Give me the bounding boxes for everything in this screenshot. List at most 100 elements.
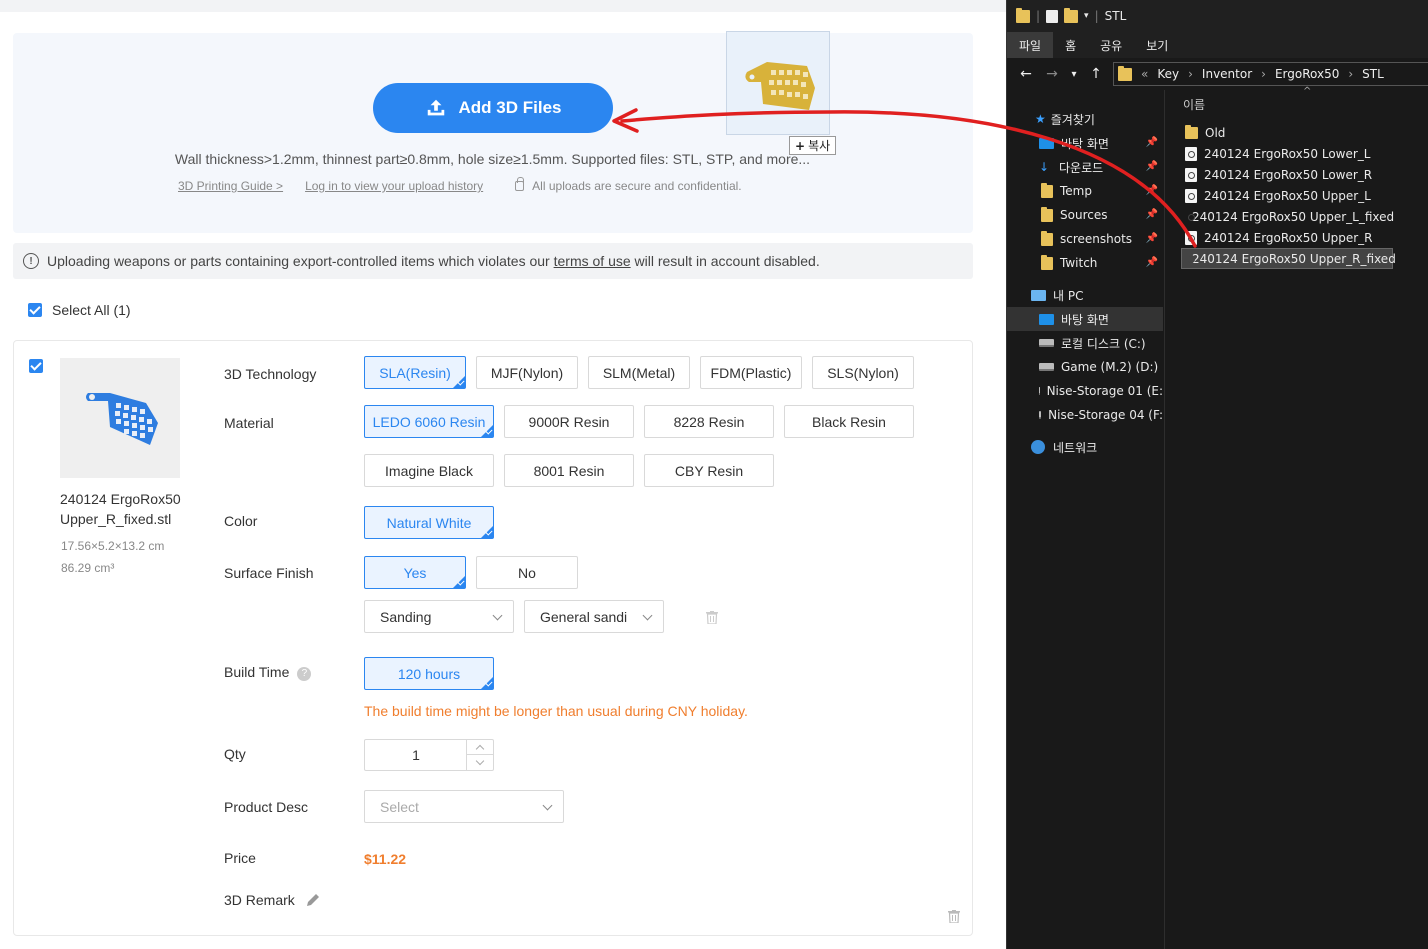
drive-icon: [1039, 363, 1054, 371]
nav-label: Twitch: [1060, 256, 1098, 270]
build-time-option[interactable]: 120 hours: [364, 657, 494, 690]
material-option-9000r[interactable]: 9000R Resin: [504, 405, 634, 438]
file-item-folder-old[interactable]: Old: [1181, 122, 1393, 143]
column-header-name[interactable]: 이름: [1183, 96, 1205, 113]
finish-subtype-select[interactable]: General sandi: [524, 600, 664, 633]
file-item[interactable]: 240124 ErgoRox50 Upper_R: [1181, 227, 1393, 248]
nav-screenshots[interactable]: screenshots 📌: [1007, 227, 1163, 251]
delete-item-icon[interactable]: [948, 910, 960, 923]
forward-arrow-icon[interactable]: →: [1041, 66, 1063, 82]
drive-icon: [1039, 387, 1040, 395]
drive-icon: [1039, 339, 1054, 347]
material-label: Material: [224, 415, 274, 431]
upload-history-link[interactable]: Log in to view your upload history: [305, 179, 483, 193]
nav-nise-storage-04[interactable]: Nise-Storage 04 (F:: [1007, 403, 1163, 427]
nav-nise-storage-01[interactable]: Nise-Storage 01 (E:: [1007, 379, 1163, 403]
qty-increase-button[interactable]: [467, 740, 493, 755]
nav-game-drive[interactable]: Game (M.2) (D:): [1007, 355, 1163, 379]
file-item[interactable]: 240124 ErgoRox50 Lower_L: [1181, 143, 1393, 164]
nav-local-disk[interactable]: 로컬 디스크 (C:): [1007, 331, 1163, 355]
recent-locations-chevron-icon[interactable]: ▾: [1063, 69, 1085, 80]
nav-network[interactable]: 네트워크: [1007, 435, 1163, 459]
qty-value[interactable]: 1: [365, 740, 467, 770]
ribbon-tab-home[interactable]: 홈: [1053, 32, 1088, 58]
finish-option-yes[interactable]: Yes: [364, 556, 466, 589]
nav-this-pc[interactable]: 내 PC: [1007, 283, 1163, 307]
nav-quick-access[interactable]: ★ 즐겨찾기: [1007, 107, 1163, 131]
material-option-cby[interactable]: CBY Resin: [644, 454, 774, 487]
address-bar[interactable]: « Key › Inventor › ErgoRox50 › STL: [1113, 62, 1428, 86]
explorer-title-bar: | ▾ | STL: [1007, 0, 1428, 32]
tech-option-sls[interactable]: SLS(Nylon): [812, 356, 914, 389]
printing-guide-link[interactable]: 3D Printing Guide >: [178, 179, 283, 193]
breadcrumb-key[interactable]: Key: [1157, 67, 1179, 81]
product-desc-placeholder: Select: [380, 798, 419, 815]
item-checkbox[interactable]: [29, 359, 43, 373]
add-3d-files-button[interactable]: Add 3D Files: [373, 83, 613, 133]
nav-twitch[interactable]: Twitch 📌: [1007, 251, 1163, 275]
delete-finish-icon[interactable]: [706, 611, 718, 624]
nav-pc-desktop[interactable]: 바탕 화면: [1007, 307, 1163, 331]
ribbon-tab-view[interactable]: 보기: [1134, 32, 1180, 58]
nav-downloads[interactable]: ↓ 다운로드 📌: [1007, 155, 1163, 179]
chevron-right-icon: ›: [1348, 67, 1354, 81]
nav-label: Nise-Storage 04 (F:: [1048, 408, 1163, 422]
ribbon-tab-file[interactable]: 파일: [1007, 32, 1054, 58]
folder-icon: [1041, 182, 1053, 198]
material-option-ledo-6060[interactable]: LEDO 6060 Resin: [364, 405, 494, 438]
pin-icon: 📌: [1145, 161, 1158, 172]
nav-label: screenshots: [1060, 232, 1133, 246]
material-option-8001[interactable]: 8001 Resin: [504, 454, 634, 487]
select-all[interactable]: Select All (1): [28, 302, 131, 318]
up-arrow-icon[interactable]: ↑: [1085, 66, 1107, 82]
nav-temp[interactable]: Temp 📌: [1007, 179, 1163, 203]
breadcrumb-ergorox50[interactable]: ErgoRox50: [1275, 67, 1339, 81]
quick-access-dropdown-icon[interactable]: ▾: [1084, 11, 1089, 21]
tech-option-slm[interactable]: SLM(Metal): [588, 356, 690, 389]
color-option-natural-white[interactable]: Natural White: [364, 506, 494, 539]
product-desc-select[interactable]: Select: [364, 790, 564, 823]
edit-pencil-icon[interactable]: [305, 892, 321, 908]
help-icon[interactable]: ?: [297, 667, 312, 681]
select-all-checkbox[interactable]: [28, 303, 42, 317]
qty-decrease-button[interactable]: [467, 755, 493, 770]
back-arrow-icon[interactable]: ←: [1015, 66, 1037, 82]
file-item-selected[interactable]: 240124 ErgoRox50 Upper_R_fixed: [1181, 248, 1396, 269]
build-time-label: Build Time?: [224, 664, 312, 681]
pin-icon: 📌: [1145, 185, 1158, 196]
breadcrumb-inventor[interactable]: Inventor: [1202, 67, 1252, 81]
nav-desktop[interactable]: 바탕 화면 📌: [1007, 131, 1163, 155]
drive-icon: [1039, 411, 1042, 419]
window-title: STL: [1104, 9, 1127, 23]
terms-of-use-link[interactable]: terms of use: [554, 253, 631, 269]
material-option-imagine-black[interactable]: Imagine Black: [364, 454, 494, 487]
ribbon-tab-share[interactable]: 공유: [1088, 32, 1134, 58]
price-value: $11.22: [364, 851, 407, 867]
plus-icon: +: [795, 138, 806, 153]
file-name: Old: [1205, 125, 1226, 140]
file-item[interactable]: 240124 ErgoRox50 Lower_R: [1181, 164, 1393, 185]
breadcrumb-stl[interactable]: STL: [1362, 67, 1384, 81]
select-all-label: Select All (1): [52, 302, 131, 318]
finish-option-no[interactable]: No: [476, 556, 578, 589]
screen: Add 3D Files Wall thickness>1.2mm, thinn…: [0, 0, 1428, 949]
qty-stepper[interactable]: 1: [364, 739, 494, 771]
file-name: 240124 ErgoRox50 Lower_R: [1204, 167, 1373, 182]
tech-option-mjf[interactable]: MJF(Nylon): [476, 356, 578, 389]
tech-option-fdm[interactable]: FDM(Plastic): [700, 356, 802, 389]
navigation-pane: ★ 즐겨찾기 바탕 화면 📌 ↓ 다운로드 📌 Temp 📌 Sources 📌 scree…: [1007, 90, 1165, 949]
new-folder-icon[interactable]: [1064, 7, 1079, 23]
file-item[interactable]: 240124 ErgoRox50 Upper_L: [1181, 185, 1393, 206]
tech-option-sla[interactable]: SLA(Resin): [364, 356, 466, 389]
nav-sources[interactable]: Sources 📌: [1007, 203, 1163, 227]
nav-label: 바탕 화면: [1061, 136, 1109, 151]
drag-ghost-thumbnail: [726, 31, 830, 135]
material-option-8228[interactable]: 8228 Resin: [644, 405, 774, 438]
chevron-right-icon: ›: [1261, 67, 1266, 81]
material-option-black[interactable]: Black Resin: [784, 405, 914, 438]
properties-icon[interactable]: [1046, 9, 1059, 23]
item-thumbnail[interactable]: [60, 358, 180, 478]
overflow-chevron-icon[interactable]: «: [1141, 67, 1148, 81]
finish-type-select[interactable]: Sanding: [364, 600, 514, 633]
file-item[interactable]: 240124 ErgoRox50 Upper_L_fixed: [1181, 206, 1394, 227]
